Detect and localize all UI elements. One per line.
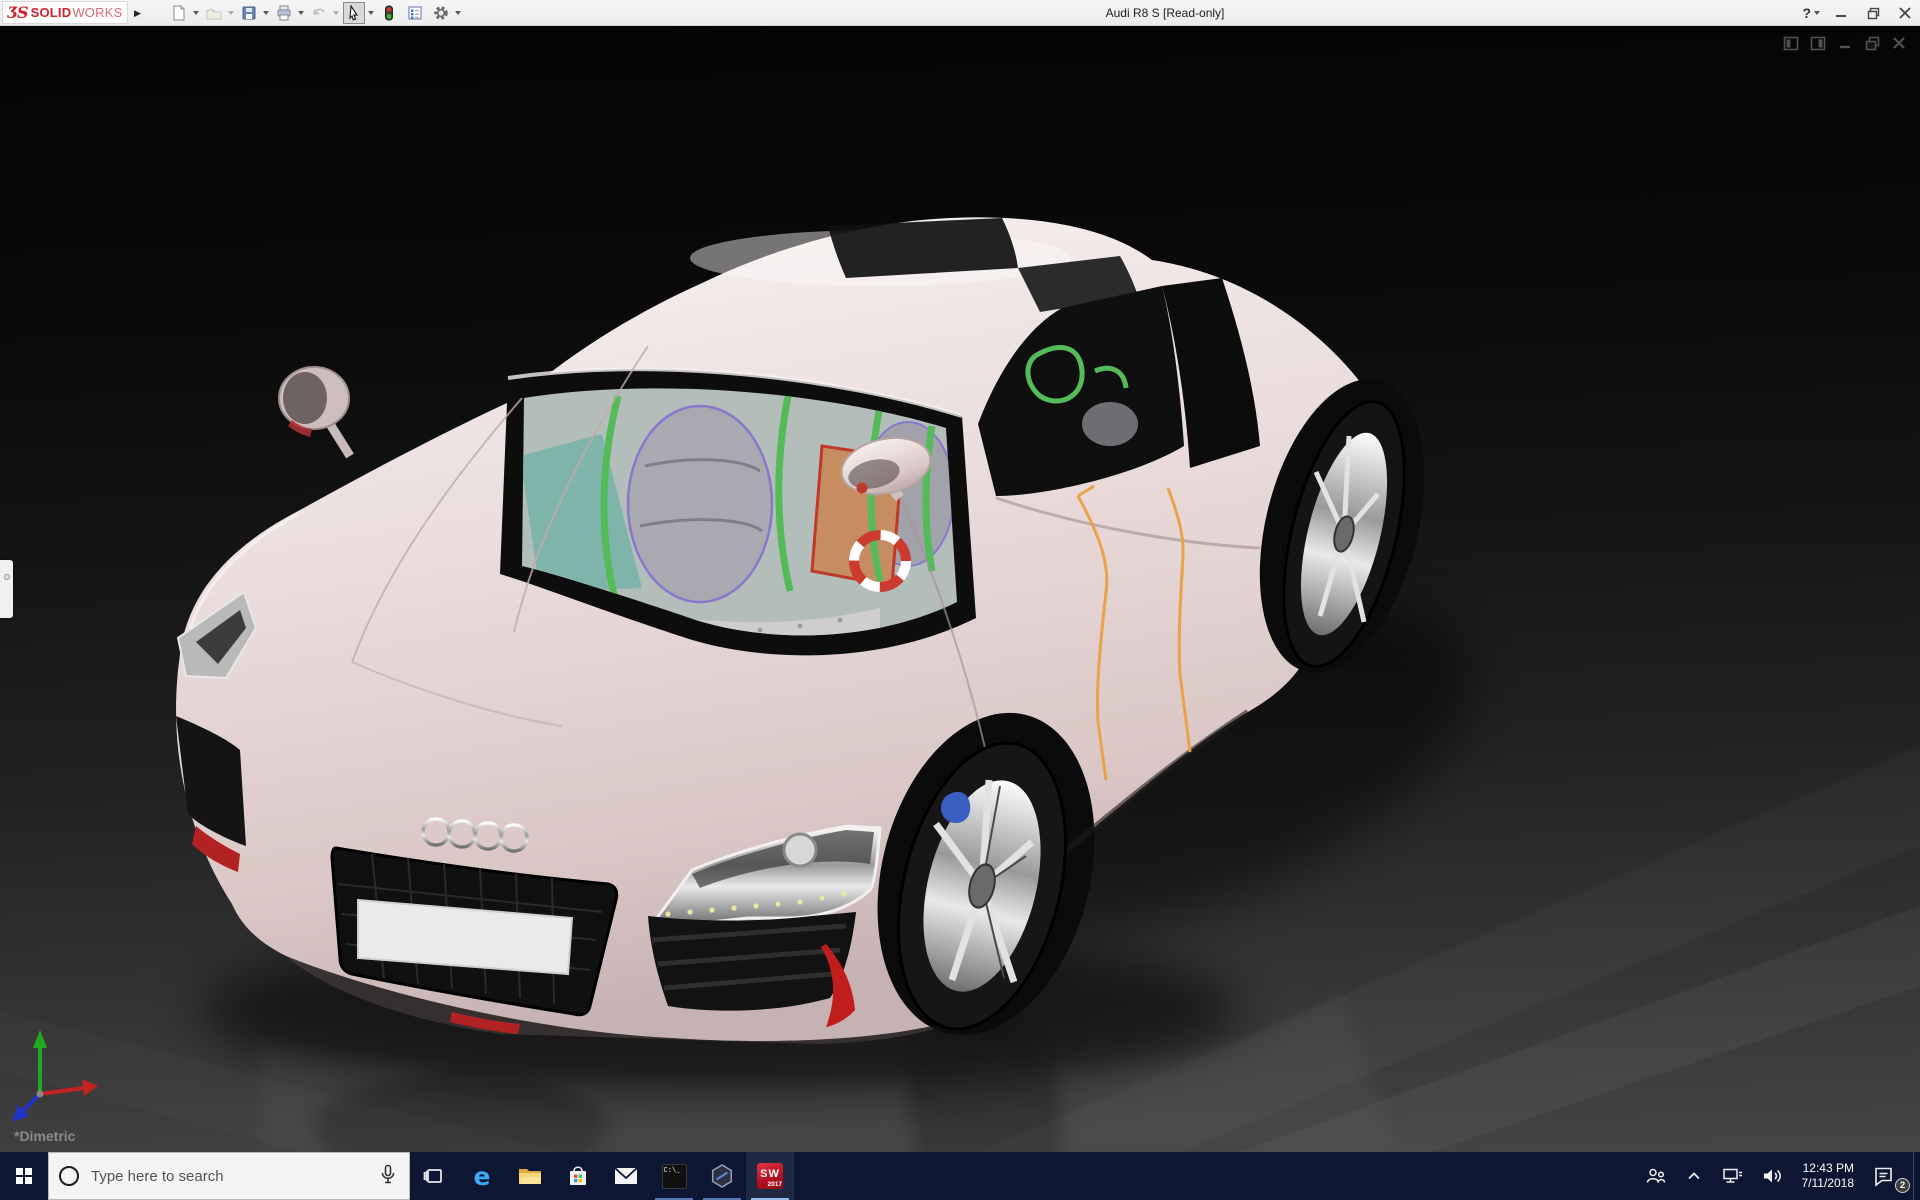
file-properties-icon[interactable] <box>404 2 426 24</box>
help-dropdown-caret[interactable] <box>1814 11 1820 15</box>
help-button[interactable]: ? <box>1802 5 1820 21</box>
microphone-icon[interactable] <box>377 1163 399 1190</box>
start-button[interactable] <box>0 1152 48 1200</box>
mail-icon <box>614 1167 638 1184</box>
select-dropdown-caret[interactable] <box>368 11 374 15</box>
window-controls: ? <box>1802 0 1916 26</box>
store-icon <box>570 1166 586 1185</box>
cortana-icon <box>59 1166 79 1186</box>
undo-dropdown-caret[interactable] <box>333 11 339 15</box>
undo-icon[interactable] <box>308 2 330 24</box>
car-model <box>176 217 1425 1044</box>
new-dropdown-caret[interactable] <box>193 11 199 15</box>
edge-icon: e <box>473 1161 491 1191</box>
select-button[interactable] <box>341 0 376 26</box>
search-input[interactable] <box>91 1167 365 1185</box>
document-minimize-icon[interactable] <box>1836 34 1854 52</box>
document-close-icon[interactable] <box>1890 34 1908 52</box>
windows-logo-icon <box>16 1168 32 1184</box>
cmd-icon: C:\_ <box>661 1163 687 1189</box>
system-tray: 12:43 PM 7/11/2018 2 <box>1638 1152 1914 1200</box>
help-icon: ? <box>1802 5 1811 21</box>
save-floppy-icon[interactable] <box>238 2 260 24</box>
clock-time: 12:43 PM <box>1802 1161 1854 1175</box>
taskbar-store-button[interactable] <box>554 1152 602 1200</box>
solidworks-window: ƷS SOLID WORKS ▶ Audi R8 S [Read-only] ?… <box>0 0 1920 1200</box>
new-document-button[interactable] <box>166 0 201 26</box>
hexagon-app-icon <box>711 1164 733 1188</box>
undo-button[interactable] <box>306 0 341 26</box>
close-button[interactable] <box>1894 3 1916 23</box>
show-pane-right-icon[interactable] <box>1809 34 1827 52</box>
volume-icon[interactable] <box>1754 1152 1790 1200</box>
open-dropdown-caret[interactable] <box>228 11 234 15</box>
options-button[interactable] <box>428 0 463 26</box>
show-desktop-button[interactable] <box>1913 1152 1920 1200</box>
taskbar-cmd-button[interactable]: C:\_ <box>650 1152 698 1200</box>
document-restore-icon[interactable] <box>1863 34 1881 52</box>
3d-scene-canvas[interactable] <box>0 26 1920 1152</box>
minimize-button[interactable] <box>1830 3 1852 23</box>
file-properties-button[interactable] <box>402 0 428 26</box>
print-dropdown-caret[interactable] <box>298 11 304 15</box>
file-explorer-icon <box>519 1169 541 1184</box>
taskbar-task-view-button[interactable] <box>410 1152 458 1200</box>
rebuild-traffic-light-icon[interactable] <box>378 2 400 24</box>
select-cursor-icon[interactable] <box>343 2 365 24</box>
windows-taskbar: e C:\_ SW 2017 <box>0 1152 1920 1200</box>
taskbar-edge-button[interactable]: e <box>458 1152 506 1200</box>
taskbar-file-explorer-button[interactable] <box>506 1152 554 1200</box>
view-orientation-label: *Dimetric <box>14 1128 76 1144</box>
taskbar-mail-button[interactable] <box>602 1152 650 1200</box>
tab-grip-dot <box>3 574 10 580</box>
side-mirror-left <box>278 366 354 459</box>
save-dropdown-caret[interactable] <box>263 11 269 15</box>
clock-date: 7/11/2018 <box>1801 1176 1855 1190</box>
solidworks-logo-mark-icon: ƷS <box>7 3 29 22</box>
action-center-button[interactable]: 2 <box>1866 1152 1911 1200</box>
notification-badge: 2 <box>1895 1178 1910 1193</box>
open-button[interactable] <box>201 0 236 26</box>
tray-chevron-up-icon[interactable] <box>1678 1152 1710 1200</box>
people-button[interactable] <box>1638 1152 1674 1200</box>
featuremanager-collapsed-tab[interactable] <box>0 560 13 618</box>
menu-flyout-arrow[interactable]: ▶ <box>131 3 144 23</box>
open-folder-icon[interactable] <box>203 2 225 24</box>
restore-button[interactable] <box>1862 3 1884 23</box>
taskbar-search[interactable] <box>48 1152 410 1200</box>
graphics-viewport[interactable]: *Dimetric <box>0 26 1920 1152</box>
save-button[interactable] <box>236 0 271 26</box>
print-button[interactable] <box>271 0 306 26</box>
taskbar-solidworks-button[interactable]: SW 2017 <box>746 1152 794 1200</box>
new-document-icon[interactable] <box>168 2 190 24</box>
solidworks-logo-text-bold: SOLID <box>30 5 72 20</box>
print-icon[interactable] <box>273 2 295 24</box>
rebuild-button[interactable] <box>376 0 402 26</box>
document-window-controls <box>1782 34 1908 52</box>
taskbar-hexagon-app-button[interactable] <box>698 1152 746 1200</box>
network-icon[interactable] <box>1714 1152 1750 1200</box>
options-dropdown-caret[interactable] <box>455 11 461 15</box>
show-pane-left-icon[interactable] <box>1782 34 1800 52</box>
title-bar: ƷS SOLID WORKS ▶ Audi R8 S [Read-only] ? <box>0 0 1920 26</box>
solidworks-2017-icon: SW 2017 <box>757 1163 783 1189</box>
document-title: Audi R8 S [Read-only] <box>1105 6 1225 20</box>
taskbar-clock[interactable]: 12:43 PM 7/11/2018 <box>1794 1161 1863 1191</box>
options-gear-icon[interactable] <box>430 2 452 24</box>
quick-access-toolbar <box>166 0 463 26</box>
solidworks-logo-text-light: WORKS <box>72 5 123 20</box>
solidworks-logo: ƷS SOLID WORKS <box>2 1 128 24</box>
